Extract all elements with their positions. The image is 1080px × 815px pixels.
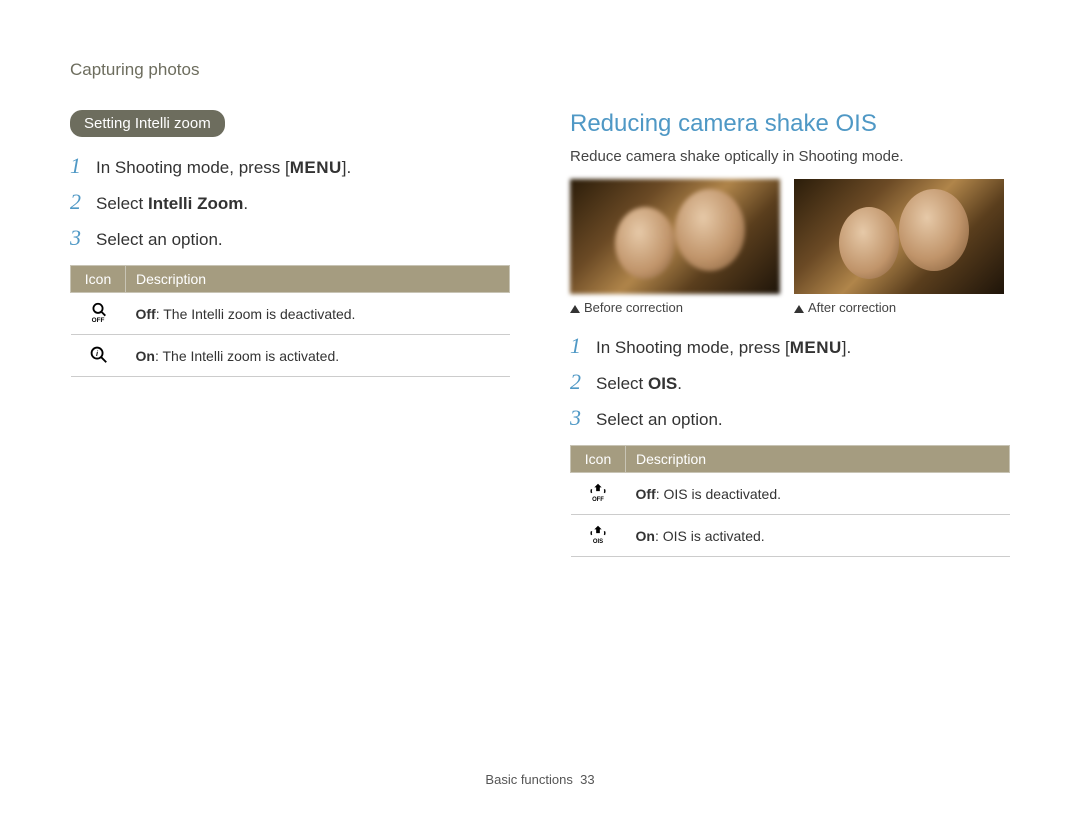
step-number: 1 [70,153,96,179]
ois-subtext: Reduce camera shake optically in Shootin… [570,148,1010,165]
cell-desc: Off: OIS is deactivated. [626,473,1010,515]
ois-on-icon: OIS [571,515,626,557]
intelli-zoom-options-table: Icon Description OFF Off: The Intelli zo… [70,265,510,377]
svg-text:OFF: OFF [592,497,604,503]
step-text: In Shooting mode, press [MENU]. [596,338,851,358]
step-number: 3 [70,225,96,251]
th-desc: Description [126,266,510,293]
menu-label: MENU [790,338,842,357]
table-row: OIS On: OIS is activated. [571,515,1010,557]
step-number: 1 [570,333,596,359]
step-text: Select OIS. [596,374,682,394]
setting-intelli-zoom-pill: Setting Intelli zoom [70,110,225,137]
svg-text:OFF: OFF [92,317,105,323]
ois-off-icon: OFF [571,473,626,515]
intelli-on-icon: i [71,335,126,377]
before-correction-image [570,179,780,294]
th-icon: Icon [571,446,626,473]
step-number: 2 [570,369,596,395]
step-text: Select an option. [96,230,223,250]
triangle-icon [570,305,580,313]
step-2: 2 Select Intelli Zoom. [70,189,510,215]
table-row: OFF Off: The Intelli zoom is deactivated… [71,293,510,335]
after-correction-image [794,179,1004,294]
th-icon: Icon [71,266,126,293]
step-2: 2 Select OIS. [570,369,1010,395]
ois-comparison-images [570,179,1010,294]
cell-desc: On: OIS is activated. [626,515,1010,557]
step-text: In Shooting mode, press [MENU]. [96,158,351,178]
triangle-icon [794,305,804,313]
svg-text:OIS: OIS [593,539,603,545]
footer-page-number: 33 [580,772,594,787]
cell-desc: On: The Intelli zoom is activated. [126,335,510,377]
right-column: Reducing camera shake OIS Reduce camera … [570,110,1010,557]
cell-desc: Off: The Intelli zoom is deactivated. [126,293,510,335]
page-footer: Basic functions 33 [0,772,1080,787]
intelli-off-icon: OFF [71,293,126,335]
step-number: 2 [70,189,96,215]
caption-before: Before correction [570,300,780,315]
intelli-zoom-steps: 1 In Shooting mode, press [MENU]. 2 Sele… [70,153,510,251]
step-1: 1 In Shooting mode, press [MENU]. [570,333,1010,359]
breadcrumb: Capturing photos [70,60,1010,80]
step-text: Select an option. [596,410,723,430]
step-number: 3 [570,405,596,431]
table-row: i On: The Intelli zoom is activated. [71,335,510,377]
menu-label: MENU [290,158,342,177]
step-1: 1 In Shooting mode, press [MENU]. [70,153,510,179]
ois-steps: 1 In Shooting mode, press [MENU]. 2 Sele… [570,333,1010,431]
footer-section: Basic functions [485,772,572,787]
th-desc: Description [626,446,1010,473]
left-column: Setting Intelli zoom 1 In Shooting mode,… [70,110,510,557]
section-title-ois: Reducing camera shake OIS [570,110,1010,138]
svg-text:i: i [96,349,99,358]
step-text: Select Intelli Zoom. [96,194,248,214]
step-3: 3 Select an option. [570,405,1010,431]
step-3: 3 Select an option. [70,225,510,251]
ois-options-table: Icon Description OFF Off: OIS is deactiv… [570,445,1010,557]
table-row: OFF Off: OIS is deactivated. [571,473,1010,515]
caption-after: After correction [794,300,1004,315]
image-captions: Before correction After correction [570,300,1010,315]
